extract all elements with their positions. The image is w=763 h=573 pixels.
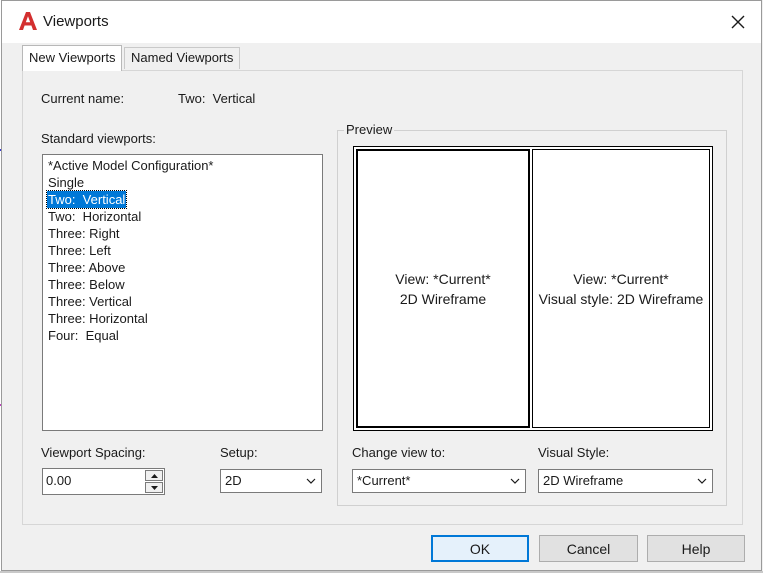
- list-item[interactable]: Four: Equal: [47, 327, 120, 344]
- tab-new-viewports[interactable]: New Viewports: [22, 45, 123, 71]
- visual-style-dropdown[interactable]: 2D Wireframe: [538, 469, 713, 493]
- chevron-down-icon: [510, 478, 520, 484]
- visual-style-value: 2D Wireframe: [543, 473, 624, 488]
- help-button[interactable]: Help: [647, 535, 745, 562]
- cancel-button[interactable]: Cancel: [539, 535, 638, 562]
- preview-label: Preview: [344, 122, 395, 137]
- spin-down-button[interactable]: [145, 482, 163, 493]
- list-item[interactable]: *Active Model Configuration*: [47, 157, 214, 174]
- close-button[interactable]: [722, 7, 754, 37]
- list-item[interactable]: Three: Right: [47, 225, 121, 242]
- viewport-style-text: 2D Wireframe: [399, 290, 487, 307]
- setup-value: 2D: [225, 473, 242, 488]
- list-item[interactable]: Three: Above: [47, 259, 126, 276]
- tab-named-viewports[interactable]: Named Viewports: [124, 47, 241, 69]
- setup-dropdown[interactable]: 2D: [220, 469, 322, 493]
- preview-viewport-right[interactable]: View: *Current* Visual style: 2D Wirefra…: [532, 149, 710, 428]
- viewport-spacing-value: 0.00: [46, 473, 72, 488]
- change-view-value: *Current*: [357, 473, 411, 488]
- viewport-spacing-stepper[interactable]: 0.00: [42, 468, 165, 495]
- chevron-down-icon: [306, 478, 316, 484]
- visual-style-label: Visual Style:: [538, 445, 610, 460]
- close-icon: [731, 15, 745, 29]
- list-item[interactable]: Three: Left: [47, 242, 112, 259]
- dialog-title: Viewports: [43, 13, 109, 30]
- preview-viewport-left[interactable]: View: *Current* 2D Wireframe: [356, 149, 530, 428]
- triangle-up-icon: [150, 473, 158, 478]
- viewports-dialog: Viewports New Viewports Named Viewports …: [1, 0, 762, 571]
- title-bar: Viewports: [2, 1, 761, 43]
- viewport-view-text: View: *Current*: [573, 270, 669, 287]
- list-item-selected[interactable]: Two: Vertical: [45, 190, 128, 209]
- viewport-spacing-label: Viewport Spacing:: [41, 445, 146, 460]
- change-view-dropdown[interactable]: *Current*: [352, 469, 526, 493]
- list-item[interactable]: Single: [47, 174, 85, 191]
- viewport-view-text: View: *Current*: [395, 270, 491, 287]
- current-name-label: Current name:: [41, 91, 125, 106]
- chevron-down-icon: [697, 478, 707, 484]
- spin-up-button[interactable]: [145, 470, 163, 481]
- ok-button[interactable]: OK: [431, 535, 529, 562]
- autocad-a-icon: [19, 12, 37, 30]
- preview-area: View: *Current* 2D Wireframe View: *Curr…: [353, 146, 713, 431]
- change-view-label: Change view to:: [352, 445, 446, 460]
- standard-viewports-label: Standard viewports:: [41, 131, 156, 146]
- list-item[interactable]: Two: Horizontal: [47, 208, 142, 225]
- setup-label: Setup:: [220, 445, 258, 460]
- triangle-down-icon: [150, 485, 158, 490]
- list-item[interactable]: Three: Vertical: [47, 293, 133, 310]
- viewport-style-text: Visual style: 2D Wireframe: [538, 290, 704, 307]
- list-item[interactable]: Three: Horizontal: [47, 310, 149, 327]
- standard-viewports-list[interactable]: *Active Model Configuration* Single Two:…: [42, 154, 323, 431]
- list-item[interactable]: Three: Below: [47, 276, 126, 293]
- current-name-value: Two: Vertical: [178, 91, 256, 106]
